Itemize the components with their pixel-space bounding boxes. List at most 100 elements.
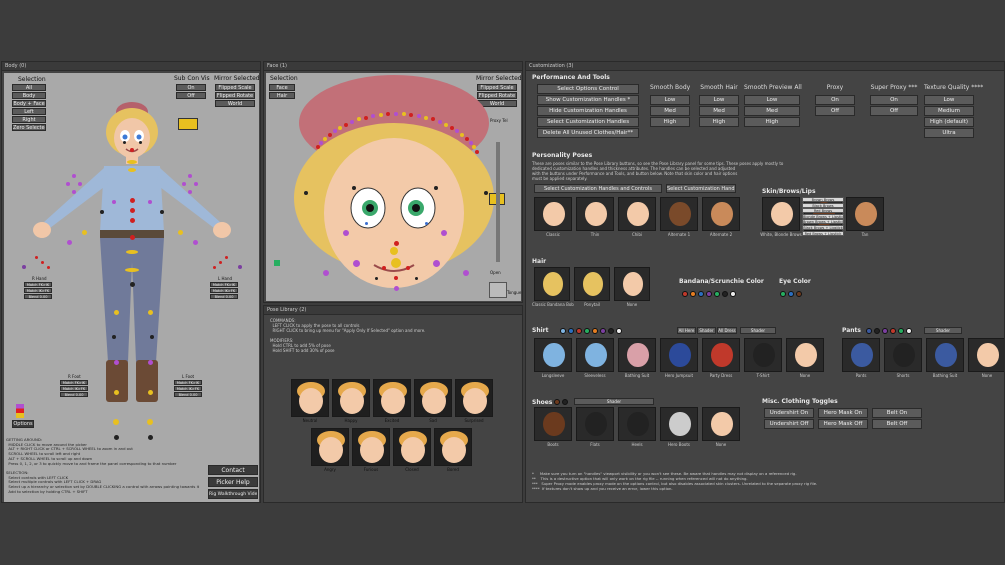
body-control-8[interactable] <box>129 281 135 287</box>
shirts-thumb-2[interactable] <box>618 338 656 372</box>
perf-button-4[interactable]: Delete All Unused Clothes/Hair** <box>537 128 639 138</box>
shoes-swatch-1[interactable] <box>562 399 568 405</box>
pose-thumb-row1-3[interactable] <box>414 379 452 417</box>
shirts-thumb-4[interactable] <box>702 338 740 372</box>
body-control-5[interactable] <box>129 234 135 240</box>
pants-thumb-3[interactable] <box>968 338 1004 372</box>
face-control-25[interactable] <box>323 136 328 141</box>
body-control-6[interactable] <box>126 250 138 254</box>
misc-button-3[interactable]: Undershirt Off <box>764 419 814 429</box>
body-control-16[interactable] <box>192 239 198 245</box>
bandana-swatch-6[interactable] <box>730 291 736 297</box>
face-control-43[interactable] <box>463 270 469 276</box>
face-control-35[interactable] <box>391 258 401 268</box>
shirt-swatch-7[interactable] <box>616 328 622 334</box>
pants-swatch-0[interactable] <box>866 328 872 334</box>
smooth-body-option-2[interactable]: High <box>650 117 690 127</box>
shirt-shader-button-2[interactable]: Shader <box>740 327 776 334</box>
skin-menu-item-0[interactable]: Brown Brows <box>802 197 844 202</box>
shirt-all-dress-button[interactable]: All Dress <box>717 327 737 334</box>
body-control-23[interactable] <box>113 389 119 395</box>
smooth-hair-option-0[interactable]: Low <box>699 95 739 105</box>
face-control-38[interactable] <box>394 276 398 280</box>
face-control-29[interactable] <box>434 186 438 190</box>
bandana-swatch-3[interactable] <box>706 291 712 297</box>
l-hand-row-1[interactable]: Match IK>FK <box>210 288 238 293</box>
face-control-6[interactable] <box>449 125 454 130</box>
pants-swatch-3[interactable] <box>890 328 896 334</box>
misc-button-4[interactable]: Hero Mask Off <box>818 419 868 429</box>
shirt-swatch-0[interactable] <box>560 328 566 334</box>
body-control-19[interactable] <box>112 335 116 339</box>
shoes-thumb-4[interactable] <box>702 407 740 441</box>
body-control-3[interactable] <box>129 207 135 213</box>
skin-menu-item-3[interactable]: Blonde Brows + Lipstick <box>802 213 844 219</box>
face-control-36[interactable] <box>382 266 386 270</box>
pose-thumb-row1-4[interactable] <box>455 379 493 417</box>
r-foot-row-0[interactable]: Match FK>IK <box>60 380 88 385</box>
face-control-18[interactable] <box>364 115 369 120</box>
pose-thumb-row2-1[interactable] <box>352 428 390 466</box>
body-control-45[interactable] <box>130 148 134 152</box>
face-control-21[interactable] <box>344 122 349 127</box>
personalities-thumb-4[interactable] <box>702 197 740 231</box>
pose-thumb-row2-2[interactable] <box>393 428 431 466</box>
skins-thumb-0[interactable] <box>762 197 800 231</box>
body-control-22[interactable] <box>147 359 153 365</box>
personalities-thumb-0[interactable] <box>534 197 572 231</box>
misc-button-2[interactable]: Belt On <box>872 408 922 418</box>
l-hand-row-2[interactable]: Blend 0.00 <box>210 294 238 299</box>
shirt-swatch-5[interactable] <box>600 328 606 334</box>
pants-thumb-2[interactable] <box>926 338 964 372</box>
pose-thumb-row1-2[interactable] <box>373 379 411 417</box>
face-control-47[interactable] <box>304 191 308 195</box>
face-proxy-slider-track[interactable] <box>496 142 500 262</box>
pants-swatch-2[interactable] <box>882 328 888 334</box>
face-control-42[interactable] <box>323 270 329 276</box>
skin-menu-item-1[interactable]: Black Brows <box>802 202 844 208</box>
face-control-23[interactable] <box>332 128 337 133</box>
texture-quality-option-3[interactable]: Ultra <box>924 128 974 138</box>
smooth-preview-option-0[interactable]: Low <box>744 95 800 105</box>
perf-button-3[interactable]: Select Customization Handles <box>537 117 639 127</box>
select-handles-button[interactable]: Select Customization Handles <box>666 184 736 193</box>
body-control-20[interactable] <box>150 335 154 339</box>
body-control-43[interactable] <box>22 265 26 269</box>
body-control-39[interactable] <box>46 265 50 269</box>
body-control-34[interactable] <box>182 182 186 186</box>
shirt-swatch-4[interactable] <box>592 328 598 334</box>
face-control-39[interactable] <box>374 276 378 280</box>
pose-thumb-row1-1[interactable] <box>332 379 370 417</box>
smooth-preview-option-1[interactable]: Med <box>744 106 800 116</box>
misc-button-0[interactable]: Undershirt On <box>764 408 814 418</box>
l-foot-row-2[interactable]: Blend 0.00 <box>174 392 202 397</box>
face-control-7[interactable] <box>443 122 448 127</box>
eye-swatch-1[interactable] <box>788 291 794 297</box>
body-mirror-flipped-scale[interactable]: Flipped Scale <box>215 84 255 91</box>
shoes-thumb-0[interactable] <box>534 407 572 441</box>
face-control-31[interactable] <box>441 230 447 236</box>
face-control-11[interactable] <box>416 113 421 118</box>
face-control-13[interactable] <box>401 112 406 117</box>
texture-quality-option-1[interactable]: Medium <box>924 106 974 116</box>
options-button[interactable]: Options <box>12 420 34 428</box>
face-control-3[interactable] <box>464 136 469 141</box>
body-control-47[interactable] <box>138 140 142 144</box>
personalities-thumb-2[interactable] <box>618 197 656 231</box>
r-hand-row-1[interactable]: Match IK>FK <box>24 288 52 293</box>
face-control-0[interactable] <box>474 150 479 154</box>
options-icon[interactable] <box>16 404 24 418</box>
eye-swatch-2[interactable] <box>796 291 802 297</box>
face-control-28[interactable] <box>352 186 356 190</box>
pose-thumb-row2-3[interactable] <box>434 428 472 466</box>
skin-menu-item-2[interactable]: Red Brows <box>802 208 844 214</box>
shirt-swatch-6[interactable] <box>608 328 614 334</box>
pose-thumb-row2-0[interactable] <box>311 428 349 466</box>
body-control-30[interactable] <box>66 182 70 186</box>
smooth-preview-option-2[interactable]: High <box>744 117 800 127</box>
skin-menu-item-5[interactable]: Black Brows + Lipstick <box>802 225 844 230</box>
body-control-32[interactable] <box>72 174 76 178</box>
body-control-13[interactable] <box>81 229 87 235</box>
pants-swatch-5[interactable] <box>906 328 912 334</box>
body-control-21[interactable] <box>113 359 119 365</box>
